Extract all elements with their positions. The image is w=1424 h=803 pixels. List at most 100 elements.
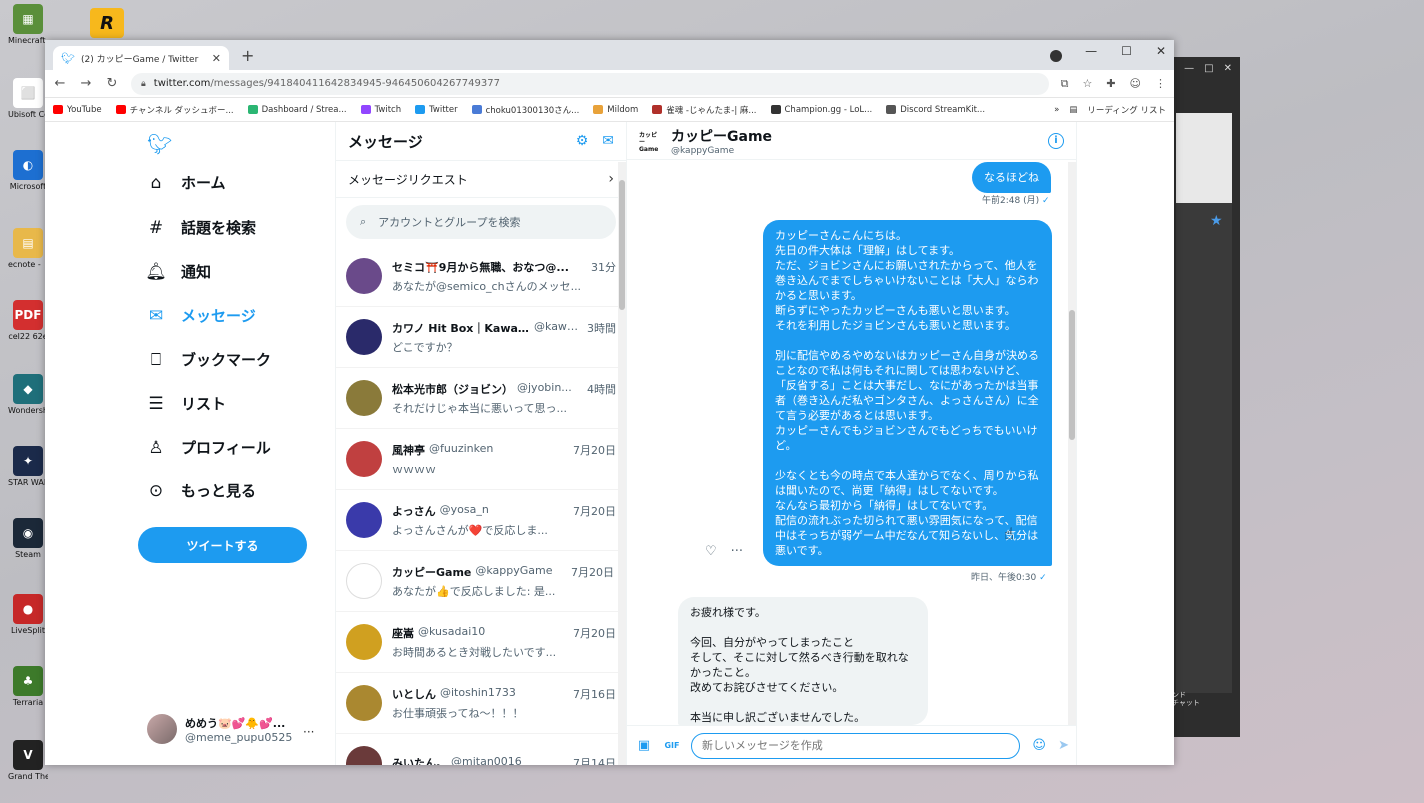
minimize-icon[interactable]: — (1085, 44, 1097, 58)
bookmark-item[interactable]: Champion.gg - LoL... (770, 105, 872, 115)
desktop-shortcut-label: Terraria (12, 698, 44, 707)
desktop-shortcut[interactable]: ◆ Wondersh Filmora (8, 374, 48, 415)
message-bubble-received[interactable]: お疲れ様です。 今回、自分がやってしまったこと そして、そこに対して然るべき行動… (678, 597, 928, 725)
conversation-scrollbar[interactable] (1068, 162, 1076, 725)
bookmark-star-icon[interactable]: ☆ (1082, 77, 1092, 91)
info-icon[interactable]: i (1048, 132, 1064, 149)
desktop-shortcut[interactable]: PDF cel22 62e (8, 300, 48, 341)
nav-item[interactable]: # 話題を検索 (145, 217, 256, 238)
desktop-shortcut[interactable]: ▦ Minecraft Launcher (8, 4, 48, 45)
rockstar-launcher-icon[interactable]: R (90, 8, 124, 38)
desktop-shortcut[interactable]: ● LiveSplit (8, 594, 48, 635)
nav-item[interactable]: ☰ リスト (145, 393, 226, 414)
url-field[interactable]: 🔒︎ twitter.com/messages/9418404116428349… (131, 72, 1049, 95)
emoji-icon[interactable]: ☺ (1030, 738, 1048, 753)
desktop-shortcut[interactable]: ♣ Terraria (8, 666, 48, 707)
desktop-shortcut[interactable]: ✦ STAR WARS (8, 446, 48, 487)
image-icon[interactable]: ▣ (635, 738, 653, 753)
bookmark-item[interactable]: Dashboard / Strea... (247, 105, 347, 115)
message-text: なるほどね (984, 171, 1039, 184)
new-message-input[interactable] (691, 732, 1021, 759)
desktop-shortcut-label: Steam (15, 550, 41, 559)
url-path: /messages/941840411642834945-94645060426… (210, 78, 500, 89)
scrollbar-thumb[interactable] (619, 180, 625, 310)
bookmark-item[interactable]: 雀魂 -じゃんたま-| 麻... (652, 104, 757, 116)
conversation-preview: よっさんさんが❤️で反応しま... (392, 523, 548, 537)
nav-item-label: もっと見る (181, 482, 257, 500)
back-icon[interactable]: ← (53, 76, 67, 91)
tab-close-icon[interactable]: ✕ (212, 52, 221, 65)
profile-icon[interactable]: ☺ (1130, 77, 1141, 91)
conversation-item[interactable]: よっさん @yosa_n 7月20日 よっさんさんが❤️で反応しま... (336, 490, 626, 551)
desktop-shortcut[interactable]: ⬜ Ubisoft Con (8, 78, 48, 119)
bookmark-item[interactable]: Discord StreamKit... (886, 105, 985, 115)
desktop-shortcut[interactable]: ◉ Steam (8, 518, 48, 559)
nav-item-label: ブックマーク (181, 351, 272, 369)
avatar (346, 258, 382, 294)
close-icon[interactable]: ✕ (1224, 63, 1232, 79)
bookmark-item[interactable]: choku01300130さん... (471, 104, 579, 116)
lock-icon[interactable]: 🔒︎ (141, 79, 146, 89)
nav-item[interactable]: ♙ プロフィール (145, 437, 270, 458)
settings-gear-icon[interactable]: ⚙ (576, 133, 589, 149)
twitter-logo-icon[interactable]: 🐦︎ (147, 132, 172, 156)
conversation-handle: @kusadai10 (418, 624, 486, 638)
conversation-item[interactable]: 座嵩 @kusadai10 7月20日 お時間あるとき対戦したいです... (336, 612, 626, 673)
nav-item[interactable]: ⊙ もっと見る (145, 480, 256, 501)
nav-item[interactable]: ⌂ ホーム (145, 172, 226, 193)
forward-icon[interactable]: → (79, 76, 93, 91)
install-icon[interactable]: ⧉ (1061, 77, 1069, 91)
message-requests[interactable]: メッセージリクエスト › (336, 160, 626, 198)
conversation-item[interactable]: セミコ⛩️9月から無職、おなつ@... 31分 あなたが@semico_chさんのメ… (336, 246, 626, 307)
new-message-icon[interactable]: ✉ (602, 133, 614, 149)
tab-search-icon[interactable] (1050, 50, 1062, 62)
desktop-shortcut[interactable]: ▤ ecnote - リンク (8, 228, 48, 269)
tab-title: (2) カッピーGame / Twitter (80, 54, 199, 65)
extensions-icon[interactable]: ✚ (1106, 77, 1115, 91)
message-list-scrollbar[interactable] (618, 162, 626, 765)
conversation-item[interactable]: みいたん。 @mitan0016 7月14日 (336, 734, 626, 765)
desktop-shortcut[interactable]: V Grand Theft Auto V (8, 740, 48, 781)
conversation-avatar[interactable]: カッピー Game (639, 132, 661, 153)
nav-item[interactable]: 🔔︎ 通知 (145, 261, 211, 282)
maximize-icon[interactable]: □ (1204, 63, 1213, 79)
conversation-item[interactable]: カッピーGame @kappyGame 7月20日 あなたが👍で反応しました: 是..… (336, 551, 626, 612)
conversation-item[interactable]: いとしん @itoshin1733 7月16日 お仕事頑張ってね～！！！ (336, 673, 626, 734)
react-heart-icon[interactable]: ♡ (705, 544, 717, 559)
app-icon: ▦ (13, 4, 43, 34)
desktop-shortcut[interactable]: ◐ Microsoft (8, 150, 48, 191)
scrollbar-thumb[interactable] (1069, 310, 1075, 440)
minimize-icon[interactable]: — (1184, 63, 1194, 79)
reload-icon[interactable]: ↻ (105, 76, 119, 91)
bookmark-item[interactable]: Twitch (360, 105, 401, 115)
bookmark-item[interactable]: Mildom (593, 105, 638, 115)
maximize-icon[interactable]: ☐ (1121, 44, 1132, 58)
read-check-icon: ✓ (1039, 573, 1047, 583)
nav-item[interactable]: ✉ メッセージ (145, 305, 256, 326)
conversation-item[interactable]: 風神亭 @fuuzinken 7月20日 ｗｗｗｗ (336, 429, 626, 490)
bookmarks-overflow-icon[interactable]: » (1054, 105, 1059, 115)
conversation-item[interactable]: 松本光市郎（ジョビン） @jyobin... 4時間 それだけじゃ本当に悪いって思っ.… (336, 368, 626, 429)
reading-list[interactable]: リーディング リスト (1087, 104, 1166, 116)
new-tab-icon[interactable]: + (241, 46, 254, 65)
search-input[interactable]: ⌕ アカウントとグループを検索 (346, 205, 616, 239)
bookmark-item[interactable]: チャンネル ダッシュボー... (115, 104, 234, 116)
message-bubble-sent-long[interactable]: カッピーさんこんにちは。 先日の件大体は「理解」はしてます。 ただ、ジョビンさん… (763, 220, 1052, 566)
close-icon[interactable]: ✕ (1156, 44, 1166, 58)
star-icon[interactable]: ★ (1210, 213, 1223, 229)
tweet-button[interactable]: ツイートする (138, 527, 307, 563)
bookmark-item[interactable]: Twitter (415, 105, 458, 115)
send-icon[interactable]: ➤ (1058, 738, 1069, 753)
conversation-item[interactable]: カワノ Hit Box｜Kawano @kawa... 3時間 どこですか？ (336, 307, 626, 368)
menu-icon[interactable]: ⋮ (1155, 77, 1166, 91)
gif-icon[interactable]: GIF (663, 741, 681, 750)
more-dots-icon[interactable]: ··· (303, 725, 314, 739)
message-bubble-sent[interactable]: なるほどね (972, 162, 1051, 193)
more-dots-icon[interactable]: ··· (731, 544, 743, 559)
nav-item[interactable]: ⎕ ブックマーク (145, 349, 271, 370)
account-switcher[interactable]: めめう🐷💕🐥💕... @meme_pupu0525 (147, 714, 292, 744)
tab-twitter[interactable]: 🐦︎ (2) カッピーGame / Twitter ✕ (53, 46, 229, 70)
conversation-text: 松本光市郎（ジョビン） @jyobin... 4時間 それだけじゃ本当に悪いって思っ.… (392, 381, 616, 416)
bookmark-item[interactable]: YouTube (53, 105, 102, 115)
conversation-time: 31分 (591, 260, 616, 274)
